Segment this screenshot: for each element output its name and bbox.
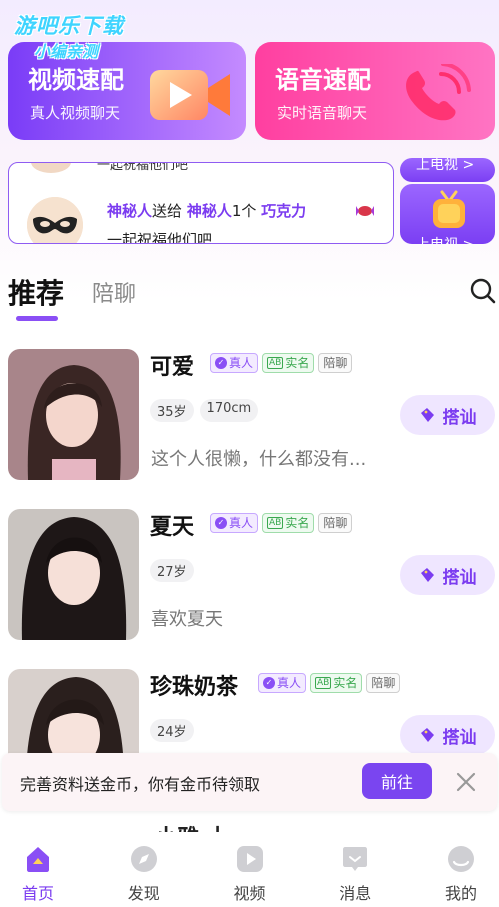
- user-card[interactable]: 夏天 ✓ 真人 AB 实名 陪聊 27岁 喜欢夏天 搭讪: [0, 509, 499, 649]
- bottom-navigation: 首页 发现 视频 消息 我的: [0, 832, 499, 907]
- user-card[interactable]: 可爱 ✓ 真人 AB 实名 陪聊 35岁 170cm 这个人很懒，什么都没有... …: [0, 349, 499, 489]
- real-name-badge: AB 实名: [262, 353, 315, 373]
- tag-icon: [420, 568, 434, 582]
- video-match-title: 视频速配: [28, 66, 124, 94]
- real-name-badge: AB 实名: [310, 673, 363, 693]
- tag-icon: [420, 728, 434, 742]
- user-bio: 喜欢夏天: [151, 609, 223, 630]
- greet-button[interactable]: 搭讪: [400, 555, 495, 595]
- video-camera-icon: [150, 70, 230, 120]
- voice-match-subtitle: 实时语音聊天: [277, 104, 368, 122]
- gift-receiver: 神秘人: [186, 202, 232, 220]
- verified-icon: ✓: [263, 677, 275, 689]
- id-card-icon: AB: [267, 357, 284, 369]
- gift-blessing: 一起祝福他们吧: [107, 231, 213, 244]
- gift-item: 巧克力: [261, 202, 307, 220]
- voice-match-title: 语音速配: [275, 66, 371, 94]
- real-person-badge: ✓ 真人: [210, 353, 259, 373]
- watermark: 游吧乐下载 小编亲测: [14, 10, 124, 62]
- nav-profile-label: 我的: [444, 884, 477, 903]
- greet-label: 搭讪: [442, 727, 477, 748]
- search-icon[interactable]: [470, 278, 496, 304]
- real-person-badge: ✓ 真人: [258, 673, 307, 693]
- watermark-line2: 小编亲测: [34, 42, 99, 61]
- nav-messages[interactable]: 消息: [323, 832, 387, 907]
- discover-icon: [130, 846, 157, 872]
- tv-icon: [433, 190, 465, 228]
- age-chip: 24岁: [150, 719, 194, 742]
- message-icon: [343, 847, 368, 871]
- age-chip: 27岁: [150, 559, 194, 582]
- user-name: 夏天: [150, 515, 195, 540]
- id-card-icon: AB: [315, 677, 332, 689]
- prev-gift-text: 一起祝福他们吧: [97, 162, 189, 173]
- user-chips: 24岁: [150, 719, 194, 742]
- nav-profile[interactable]: 我的: [429, 832, 493, 907]
- prev-gift-avatar: [31, 163, 71, 173]
- user-name: 可爱: [150, 355, 195, 380]
- nav-home-label: 首页: [21, 884, 54, 903]
- nav-video[interactable]: 视频: [218, 832, 282, 907]
- mystery-mask-avatar: [27, 197, 83, 243]
- gift-count: 1个: [231, 202, 257, 220]
- user-photo: [8, 509, 139, 640]
- tab-recommend[interactable]: 推荐: [8, 272, 64, 312]
- video-icon: [236, 846, 263, 872]
- gift-sender: 神秘人: [107, 202, 153, 220]
- go-button[interactable]: 前往: [362, 763, 432, 799]
- user-chips: 35岁 170cm: [150, 399, 259, 422]
- nav-video-label: 视频: [233, 884, 266, 903]
- user-badges: ✓ 真人 AB 实名 陪聊: [210, 353, 353, 373]
- height-chip: 170cm: [199, 399, 259, 422]
- greet-label: 搭讪: [442, 407, 477, 428]
- real-name-badge: AB 实名: [262, 513, 315, 533]
- chocolate-icon: [356, 206, 374, 216]
- companion-badge: 陪聊: [366, 673, 401, 693]
- companion-badge: 陪聊: [318, 353, 353, 373]
- phone-icon: [406, 64, 471, 121]
- user-bio: 这个人很懒，什么都没有...: [151, 449, 367, 470]
- verified-icon: ✓: [215, 517, 227, 529]
- id-card-icon: AB: [267, 517, 284, 529]
- gift-message: 神秘人送给 神秘人1个 巧克力: [107, 200, 306, 221]
- user-badges: ✓ 真人 AB 实名 陪聊: [258, 673, 401, 693]
- profile-reward-banner: 完善资料送金币，你有金币待领取 前往: [2, 753, 497, 811]
- prev-tv-label: 上电视 >: [416, 158, 475, 173]
- video-match-subtitle: 真人视频聊天: [30, 104, 121, 122]
- nav-messages-label: 消息: [339, 884, 372, 903]
- age-chip: 35岁: [150, 399, 194, 422]
- greet-label: 搭讪: [442, 567, 477, 588]
- user-chips: 27岁: [150, 559, 194, 582]
- banner-text: 完善资料送金币，你有金币待领取: [20, 775, 261, 794]
- companion-badge: 陪聊: [318, 513, 353, 533]
- on-tv-button[interactable]: 上电视 >: [400, 184, 495, 244]
- close-icon[interactable]: [454, 770, 478, 794]
- tag-icon: [420, 408, 434, 422]
- voice-match-card[interactable]: 语音速配 实时语音聊天: [255, 42, 495, 140]
- real-person-badge: ✓ 真人: [210, 513, 259, 533]
- gift-verb: 送给: [152, 202, 183, 220]
- gift-notification[interactable]: 一起祝福他们吧 神秘人送给 神秘人1个 巧克力 一起祝福他们吧: [8, 162, 394, 244]
- tab-chat-companion[interactable]: 陪聊: [92, 276, 136, 308]
- user-name: 珍珠奶茶: [150, 675, 239, 700]
- home-icon: [27, 847, 49, 872]
- tab-indicator: [16, 316, 58, 321]
- watermark-line1: 游吧乐下载: [14, 14, 124, 38]
- verified-icon: ✓: [215, 357, 227, 369]
- nav-discover[interactable]: 发现: [112, 832, 176, 907]
- nav-home[interactable]: 首页: [6, 832, 70, 907]
- user-photo: [8, 349, 139, 480]
- prev-tv-button[interactable]: 上电视 >: [400, 158, 495, 182]
- profile-icon: [448, 846, 474, 872]
- on-tv-label: 上电视 >: [416, 234, 474, 244]
- greet-button[interactable]: 搭讪: [400, 715, 495, 755]
- nav-discover-label: 发现: [127, 884, 160, 903]
- greet-button[interactable]: 搭讪: [400, 395, 495, 435]
- user-badges: ✓ 真人 AB 实名 陪聊: [210, 513, 353, 533]
